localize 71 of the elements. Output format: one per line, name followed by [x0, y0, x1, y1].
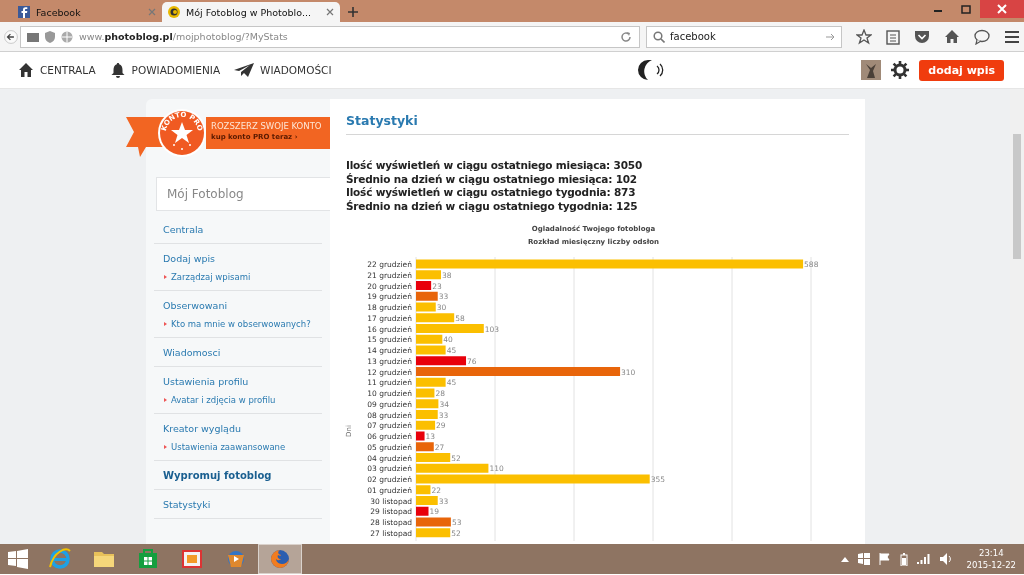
nav-link[interactable]: POWIADOMIENIA: [109, 62, 221, 78]
menu-link[interactable]: Ustawienia profilu: [154, 367, 322, 390]
submenu-link[interactable]: Kto ma mnie w obserwowanych?: [154, 314, 322, 338]
internet-explorer-icon: [48, 547, 72, 571]
browser-tab[interactable]: Mój Fotoblog w Photoblo...: [162, 2, 340, 22]
menu-link[interactable]: Wypromuj fotoblog: [154, 461, 322, 490]
chat-icon[interactable]: [974, 28, 990, 45]
submenu-link[interactable]: Avatar i zdjęcia w profilu: [154, 390, 322, 414]
menu-link[interactable]: Kreator wyglądu: [154, 414, 322, 437]
tab-title: Mój Fotoblog w Photoblo...: [186, 6, 312, 18]
url-text: www.photoblog.pl/mojphotoblog/?MyStats: [79, 31, 288, 42]
menu-icon[interactable]: [1004, 29, 1020, 44]
arrow-icon[interactable]: [825, 31, 835, 42]
menu-link[interactable]: Obserwowani: [154, 291, 322, 314]
site-icon: [168, 6, 180, 18]
bullet-icon: [164, 322, 167, 326]
photos-icon: [180, 547, 204, 571]
plus-icon[interactable]: [348, 7, 358, 17]
promo-title: ROZSZERZ SWOJE KONTO: [211, 121, 323, 131]
shield-icon: [45, 30, 55, 43]
tab-title: Facebook: [36, 6, 82, 18]
windows-icon[interactable]: [8, 549, 28, 569]
search-icon: [653, 30, 665, 43]
submenu-link[interactable]: Zarządzaj wpisami: [154, 267, 322, 291]
submenu-link[interactable]: Ustawienia zaawansowane: [154, 437, 322, 461]
browser-tab[interactable]: Facebook: [12, 2, 162, 22]
speaker-icon[interactable]: [939, 553, 952, 565]
nav-link[interactable]: CENTRALA: [18, 62, 96, 78]
page-icon: [27, 31, 39, 42]
globe-icon: [61, 30, 73, 43]
bullet-icon: [164, 275, 167, 279]
search-field[interactable]: facebook: [646, 25, 842, 48]
section-heading: Statystyki: [346, 113, 849, 135]
menu-link[interactable]: Statystyki: [154, 490, 322, 519]
close-button[interactable]: [980, 0, 1024, 18]
stat-line: Ilość wyświetleń w ciągu ostatniego miesiąca: 3050: [346, 159, 643, 173]
signal-icon[interactable]: [916, 554, 931, 564]
window-icon[interactable]: [857, 553, 870, 565]
clipboard-icon[interactable]: [886, 28, 900, 45]
clock-date[interactable]: 2015-12-22: [966, 559, 1016, 571]
bell-icon: [109, 62, 126, 78]
search-text: facebook: [670, 31, 716, 42]
facebook-icon: [18, 6, 30, 18]
clock-time[interactable]: 23:14: [966, 547, 1016, 559]
firefox-icon: [268, 547, 292, 571]
menu-link[interactable]: Dodaj wpis: [154, 244, 322, 267]
home-icon[interactable]: [944, 28, 960, 45]
blog-title: Mój Fotoblog: [156, 177, 330, 211]
home-icon: [18, 62, 34, 78]
stat-line: Ilość wyświetleń w ciągu ostatniego tygodnia: 873: [346, 186, 637, 200]
store-icon: [136, 547, 160, 571]
reload-icon[interactable]: [619, 29, 633, 44]
menu-link[interactable]: Wiadomosci: [154, 338, 322, 367]
stat-line: Średnio na dzień w ciągu ostatniego tygodnia: 125: [346, 199, 639, 213]
battery-icon[interactable]: [899, 552, 908, 566]
pocket-icon[interactable]: [914, 29, 930, 44]
address-bar[interactable]: www.photoblog.pl/mojphotoblog/?MyStats: [20, 25, 640, 48]
stat-line: Średnio na dzień w ciągu ostatniego miesiąca: 102: [346, 172, 638, 186]
taskbar-app[interactable]: [258, 544, 302, 574]
menu-link[interactable]: Centrala: [154, 215, 322, 244]
settings-icon[interactable]: [891, 61, 910, 79]
avatar-icon[interactable]: [861, 60, 882, 80]
flag-icon[interactable]: [878, 553, 891, 565]
plane-icon: [234, 62, 255, 78]
close-icon[interactable]: [326, 8, 334, 16]
add-post-button[interactable]: dodaj wpis: [919, 59, 1004, 81]
chevron-icon[interactable]: [840, 556, 849, 562]
bullet-icon: [164, 398, 167, 402]
bullet-icon: [164, 445, 167, 449]
star-icon[interactable]: [856, 28, 872, 45]
nav-link[interactable]: WIADOMOŚCI: [234, 62, 332, 78]
